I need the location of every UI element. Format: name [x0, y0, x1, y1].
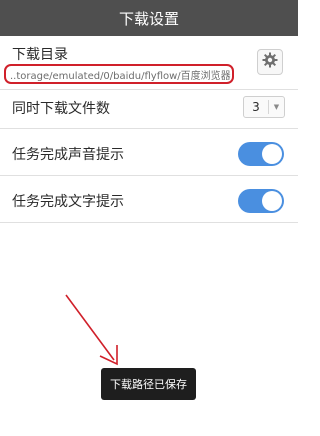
- toast-message: 下载路径已保存: [101, 368, 196, 400]
- toast-text: 下载路径已保存: [110, 378, 187, 391]
